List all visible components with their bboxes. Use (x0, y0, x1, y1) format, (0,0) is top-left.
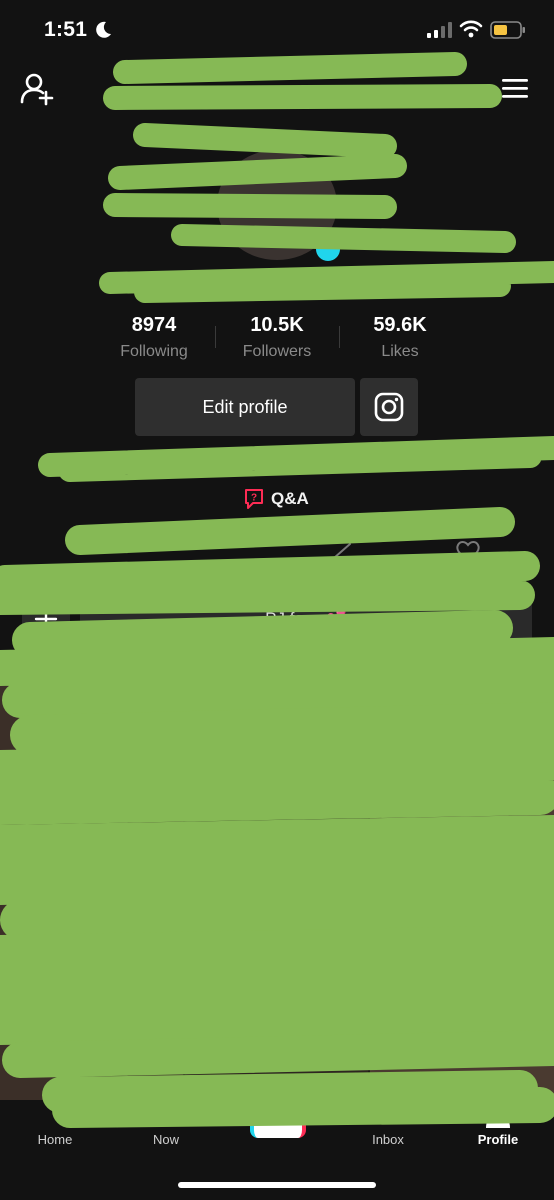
followers-count: 10.5K (250, 314, 304, 336)
qa-icon: ? (245, 489, 263, 509)
likes-label: Likes (381, 343, 419, 360)
video-thumbnail[interactable] (185, 656, 368, 1100)
playlist-chip[interactable]: PJ favs 💕 (80, 595, 532, 643)
nav-now-label: Now (152, 1132, 179, 1147)
status-time: 1:51 (44, 18, 88, 41)
qa-link[interactable]: ? Q&A (244, 486, 309, 512)
likes-count: 59.6K (373, 314, 427, 336)
qa-label: Q&A (271, 489, 309, 508)
stat-divider (215, 326, 216, 348)
signal-icon (427, 22, 452, 38)
wifi-icon (459, 20, 483, 38)
following-count: 8974 (131, 314, 177, 336)
moon-icon (96, 21, 111, 38)
stat-following[interactable]: 8974 Following (103, 314, 205, 361)
add-friend-button[interactable] (18, 70, 58, 110)
plus-icon (34, 607, 58, 631)
following-label: Following (120, 343, 188, 360)
instagram-button[interactable] (360, 378, 418, 436)
video-thumbnail[interactable] (0, 656, 183, 1100)
add-friend-icon (20, 73, 54, 106)
svg-text:?: ? (251, 493, 257, 504)
nav-home-label: Home (37, 1132, 73, 1147)
menu-button[interactable] (498, 74, 532, 104)
instagram-icon (374, 392, 404, 422)
edit-profile-button[interactable]: Edit profile (135, 378, 355, 436)
video-thumbnail[interactable] (370, 656, 554, 1100)
create-button[interactable] (250, 1108, 306, 1138)
nav-inbox-label: Inbox (372, 1132, 404, 1147)
add-playlist-button[interactable] (22, 595, 70, 643)
video-grid (0, 656, 554, 1100)
avatar-add-badge[interactable] (313, 234, 343, 264)
private-videos-tab-icon[interactable] (330, 540, 354, 562)
battery-icon (490, 21, 525, 39)
nav-profile-label: Profile (477, 1132, 519, 1147)
profile-icon (486, 1101, 510, 1128)
liked-videos-tab-icon[interactable] (454, 540, 482, 562)
playlist-chip-label: PJ favs 💕 (265, 609, 347, 628)
stat-followers[interactable]: 10.5K Followers (226, 314, 328, 361)
menu-icon (502, 79, 528, 98)
stat-likes[interactable]: 59.6K Likes (349, 314, 451, 361)
home-indicator (178, 1182, 376, 1188)
followers-label: Followers (242, 343, 312, 360)
stat-divider (339, 326, 340, 348)
